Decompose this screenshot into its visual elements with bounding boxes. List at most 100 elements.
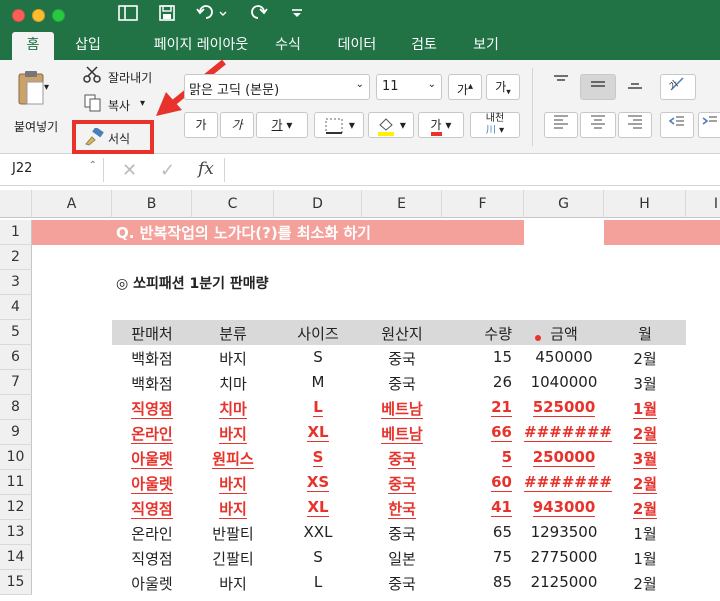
column-header[interactable]: F: [442, 190, 524, 218]
table-cell-seller: 직영점: [131, 500, 173, 519]
decrease-indent-button[interactable]: [660, 112, 694, 138]
table-cell-seller: 아울렛: [131, 575, 173, 593]
cut-button[interactable]: 잘라내기: [108, 69, 152, 86]
increase-indent-button[interactable]: [698, 112, 720, 138]
tab-insert[interactable]: 삽입: [66, 32, 110, 60]
font-size-select[interactable]: 11 ⌄: [376, 74, 442, 100]
copy-icon[interactable]: [84, 94, 102, 116]
decrease-font-button[interactable]: 가▾: [486, 74, 520, 100]
column-header[interactable]: B: [112, 190, 192, 218]
close-window-button[interactable]: [12, 9, 25, 22]
underline-button[interactable]: 가 ▾: [256, 112, 308, 138]
sidebar-icon[interactable]: [118, 4, 138, 26]
tab-data[interactable]: 데이터: [330, 32, 384, 60]
table-cell-origin: 중국: [388, 350, 416, 368]
chevron-down-icon: ⌄: [427, 79, 436, 90]
copy-dropdown[interactable]: ▾: [140, 98, 145, 109]
font-color-button[interactable]: 가 ▾: [418, 112, 464, 138]
row-header[interactable]: 13: [0, 520, 32, 545]
undo-icon[interactable]: [196, 4, 228, 26]
row-header[interactable]: 14: [0, 545, 32, 570]
increase-font-button[interactable]: 가▴: [448, 74, 482, 100]
column-header[interactable]: H: [604, 190, 686, 218]
row-header[interactable]: 5: [0, 320, 32, 345]
row-header[interactable]: 4: [0, 295, 32, 320]
bold-button[interactable]: 가: [184, 112, 218, 138]
font-name-select[interactable]: 맑은 고딕 (본문) ⌄: [184, 74, 370, 100]
fill-bucket-icon: [378, 117, 395, 136]
table-cell-size: XXL: [303, 523, 333, 541]
copy-button[interactable]: 복사: [108, 97, 130, 114]
enter-icon[interactable]: ✓: [160, 160, 175, 181]
align-right-icon: [628, 115, 642, 129]
tab-review[interactable]: 검토: [404, 32, 444, 60]
formula-input[interactable]: [224, 158, 720, 182]
table-cell-origin: 한국: [388, 500, 416, 519]
table-header-cell: 사이즈: [297, 325, 339, 343]
align-middle-button[interactable]: [580, 74, 616, 100]
phonetic-button[interactable]: 내천 川 ▾: [470, 112, 520, 138]
redo-icon[interactable]: [248, 4, 268, 26]
paste-icon[interactable]: [16, 70, 46, 108]
tab-formulas[interactable]: 수식: [268, 32, 308, 60]
column-header[interactable]: D: [274, 190, 362, 218]
fill-color-button[interactable]: ▾: [368, 112, 414, 138]
paintbrush-icon[interactable]: [84, 126, 104, 150]
insert-function-icon[interactable]: fx: [198, 159, 214, 179]
row-header[interactable]: 10: [0, 445, 32, 470]
table-cell-seller: 온라인: [131, 425, 173, 444]
table-cell-amount: 525000: [532, 398, 596, 417]
row-header[interactable]: 12: [0, 495, 32, 520]
column-header[interactable]: G: [524, 190, 604, 218]
row-header[interactable]: 8: [0, 395, 32, 420]
row-header[interactable]: 11: [0, 470, 32, 495]
table-cell-seller: 직영점: [131, 400, 173, 419]
align-left-button[interactable]: [544, 112, 578, 138]
name-box[interactable]: J22 ⌃: [6, 158, 104, 182]
table-cell-size: XS: [306, 473, 330, 492]
row-header[interactable]: 9: [0, 420, 32, 445]
tab-view[interactable]: 보기: [466, 32, 506, 60]
scissors-icon[interactable]: [82, 66, 102, 88]
increase-font-label: 가: [456, 83, 468, 97]
minimize-window-button[interactable]: [32, 9, 45, 22]
align-top-button[interactable]: [544, 74, 578, 100]
tab-home[interactable]: 홈: [12, 32, 54, 60]
align-center-button[interactable]: [580, 112, 616, 138]
tab-page-layout[interactable]: 페이지 레이아웃: [128, 32, 274, 60]
row-header[interactable]: 2: [0, 245, 32, 270]
select-all-corner[interactable]: [0, 190, 32, 218]
align-top-icon: [554, 75, 568, 81]
paste-label[interactable]: 붙여넣기: [14, 118, 58, 135]
orientation-icon: 가: [667, 77, 684, 92]
table-cell-origin: 중국: [388, 450, 416, 469]
orientation-button[interactable]: 가: [660, 74, 696, 100]
table-cell-qty: 65: [492, 523, 512, 541]
column-header[interactable]: I: [686, 190, 720, 218]
paste-button[interactable]: ▾: [44, 82, 49, 93]
row-header[interactable]: 6: [0, 345, 32, 370]
row-header[interactable]: 1: [0, 220, 32, 245]
column-header[interactable]: E: [362, 190, 442, 218]
italic-button[interactable]: 가: [220, 112, 254, 138]
row-header[interactable]: 3: [0, 270, 32, 295]
table-cell-qty: 75: [492, 548, 512, 566]
column-header[interactable]: C: [192, 190, 274, 218]
borders-button[interactable]: ▾: [314, 112, 364, 138]
align-bottom-button[interactable]: [618, 74, 652, 100]
align-right-button[interactable]: [618, 112, 652, 138]
table-cell-size: XL: [307, 498, 329, 517]
font-color-label: 가: [430, 118, 442, 136]
format-painter-button[interactable]: 서식: [108, 130, 130, 147]
table-cell-amount: 943000: [532, 498, 596, 517]
table-cell-qty: 21: [491, 398, 512, 417]
row-header[interactable]: 7: [0, 370, 32, 395]
cancel-icon[interactable]: ✕: [122, 160, 137, 181]
save-icon[interactable]: [158, 4, 176, 26]
column-header[interactable]: A: [32, 190, 112, 218]
customize-toolbar-icon[interactable]: [290, 4, 304, 26]
row-header[interactable]: 15: [0, 570, 32, 595]
table-cell-month: 2월: [632, 475, 658, 494]
zoom-window-button[interactable]: [52, 9, 65, 22]
table-cell-qty: 66: [491, 423, 512, 442]
